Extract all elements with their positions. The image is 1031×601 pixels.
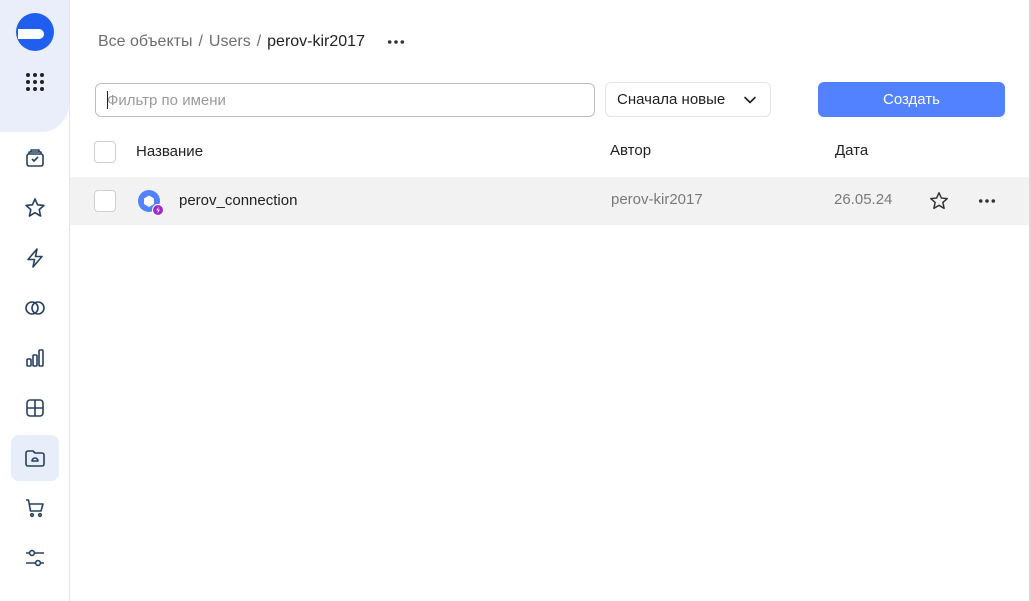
breadcrumb-separator: / — [198, 33, 203, 50]
column-header-author[interactable]: Автор — [610, 142, 651, 159]
select-all-checkbox[interactable] — [94, 141, 116, 163]
breadcrumb-item-all-objects[interactable]: Все объекты — [98, 33, 192, 51]
table-header: Название Автор Дата — [70, 133, 1031, 173]
text-caret — [107, 91, 108, 109]
marketplace-cart-icon[interactable] — [11, 485, 59, 531]
dashboards-grid-icon[interactable] — [11, 385, 59, 431]
apps-grid-icon[interactable] — [22, 69, 48, 95]
more-actions-icon[interactable] — [385, 31, 407, 53]
row-author: perov-kir2017 — [611, 191, 703, 208]
favorites-star-icon[interactable] — [11, 185, 59, 231]
breadcrumb: Все объекты / Users / perov-kir2017 — [98, 31, 407, 53]
chevron-down-icon — [744, 96, 756, 104]
sidebar — [0, 0, 70, 601]
charts-bars-icon[interactable] — [11, 335, 59, 381]
sort-select[interactable]: Сначала новые — [605, 82, 771, 117]
row-date: 26.05.24 — [834, 191, 893, 208]
settings-sliders-icon[interactable] — [11, 535, 59, 581]
connections-bolt-icon[interactable] — [11, 235, 59, 281]
breadcrumb-current: perov-kir2017 — [267, 33, 365, 50]
table-row[interactable]: perov_connection perov-kir2017 26.05.24 — [70, 177, 1031, 225]
workbooks-folder-icon[interactable] — [11, 435, 59, 481]
datasets-rings-icon[interactable] — [11, 285, 59, 331]
collections-icon[interactable] — [11, 135, 59, 181]
filter-input[interactable] — [95, 83, 595, 117]
column-header-name[interactable]: Название — [136, 143, 203, 160]
breadcrumb-separator: / — [256, 33, 262, 50]
logo-icon[interactable] — [15, 12, 55, 52]
row-more-icon[interactable] — [976, 190, 998, 212]
connection-icon — [136, 189, 164, 217]
breadcrumb-item-users[interactable]: Users — [209, 33, 251, 51]
row-name[interactable]: perov_connection — [179, 192, 297, 209]
row-checkbox[interactable] — [94, 190, 116, 212]
column-header-date[interactable]: Дата — [835, 142, 868, 159]
favorite-star-icon[interactable] — [928, 190, 950, 212]
create-button[interactable]: Создать — [818, 82, 1005, 117]
sort-select-label: Сначала новые — [617, 91, 726, 108]
